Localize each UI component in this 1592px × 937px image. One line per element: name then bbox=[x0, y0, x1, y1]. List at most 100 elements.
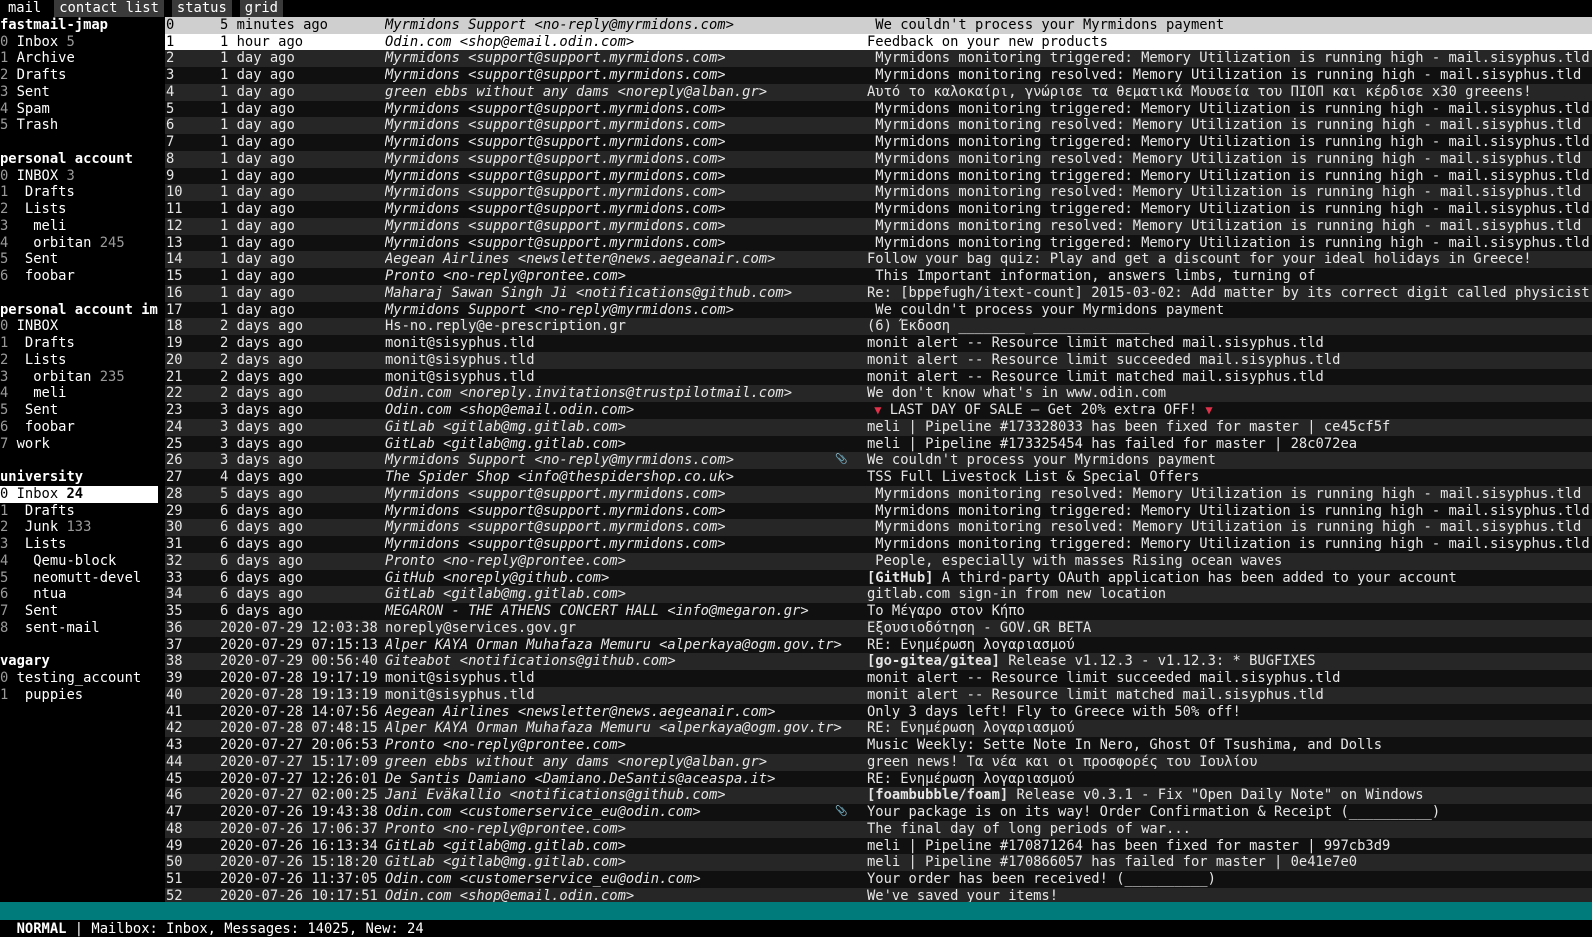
message-index: 4 bbox=[166, 83, 175, 100]
sidebar-folder[interactable]: 0 Inbox 24 bbox=[0, 485, 158, 503]
message-row[interactable]: 27 4 days ago The Spider Shop <info@thespi… bbox=[165, 469, 1592, 486]
sidebar-folder[interactable]: 3 Sent bbox=[0, 84, 158, 101]
message-row[interactable]: 91 day ago Myrmidons <support@support.myr… bbox=[165, 167, 1592, 185]
message-row[interactable]: 42 2020-07-28 07:48:15 Alper KAYA Orman Mu… bbox=[165, 720, 1592, 737]
message-row[interactable]: 40 2020-07-28 19:13:19 monit@sisyphus.tld m… bbox=[165, 686, 1592, 704]
message-row[interactable]: 48 2020-07-26 17:06:37 Pronto <no-reply@pr… bbox=[165, 820, 1592, 838]
message-row[interactable]: 10 1 day ago Myrmidons <support@support.my… bbox=[165, 184, 1592, 201]
message-row[interactable]: 21 day ago Myrmidons <support@support.myr… bbox=[165, 50, 1592, 67]
sidebar-folder[interactable]: 0 testing_account bbox=[0, 670, 158, 687]
sidebar-folder[interactable]: 2 Drafts bbox=[0, 67, 158, 84]
sidebar-folder[interactable]: 1 Drafts bbox=[0, 503, 158, 520]
message-row[interactable]: 21 2 days ago monit@sisyphus.tld monit aler… bbox=[165, 368, 1592, 386]
message-subject: We couldn't process your Myrmidons payme… bbox=[867, 17, 1592, 34]
tab-status[interactable]: status bbox=[171, 0, 232, 17]
message-row[interactable]: 13 1 day ago Myrmidons <support@support.my… bbox=[165, 234, 1592, 252]
message-date: 2020-07-29 00:56:40 bbox=[220, 653, 378, 670]
message-index: 43 bbox=[166, 737, 183, 753]
message-subject: Το Μέγαρο στον Κήπο bbox=[867, 603, 1592, 620]
message-row[interactable]: 20 2 days ago monit@sisyphus.tld monit aler… bbox=[165, 351, 1592, 369]
message-row[interactable]: 11 1 day ago Myrmidons <support@support.my… bbox=[165, 201, 1592, 218]
sidebar-folder[interactable]: 6 ntua bbox=[0, 586, 158, 603]
message-row[interactable]: 71 day ago Myrmidons <support@support.myr… bbox=[165, 134, 1592, 151]
message-row[interactable]: 49 2020-07-26 16:13:34 GitLab <gitlab@mg.g… bbox=[165, 837, 1592, 855]
sidebar-folder[interactable]: 0 Inbox 5 bbox=[0, 34, 158, 51]
sidebar-folder[interactable]: 3 orbitan 235 bbox=[0, 369, 158, 386]
message-row[interactable]: 41 day ago green ebbs without any dams <n… bbox=[165, 83, 1592, 101]
sidebar-folder[interactable]: 4 orbitan 245 bbox=[0, 235, 158, 252]
sidebar-folder[interactable]: 4 meli bbox=[0, 385, 158, 402]
message-row[interactable]: 32 6 days ago Pronto <no-reply@prontee.com… bbox=[165, 552, 1592, 570]
message-row[interactable]: 35 6 days ago MEGARON - THE ATHENS CONCERT… bbox=[165, 603, 1592, 620]
sidebar-folder[interactable]: 8 sent-mail bbox=[0, 620, 158, 637]
message-row[interactable]: 23 3 days ago Odin.com <shop@email.odin.co… bbox=[165, 402, 1592, 419]
message-row[interactable]: 29 6 days ago Myrmidons <support@support.m… bbox=[165, 502, 1592, 520]
message-row[interactable]: 36 2020-07-29 12:03:38 noreply@services.go… bbox=[165, 619, 1592, 637]
message-row[interactable]: 24 3 days ago GitLab <gitlab@mg.gitlab.com… bbox=[165, 418, 1592, 436]
sidebar-folder[interactable]: 0 INBOX 3 bbox=[0, 168, 158, 185]
message-row[interactable]: 38 2020-07-29 00:56:40 Giteabot <notificat… bbox=[165, 653, 1592, 670]
sidebar-folder[interactable]: 3 Lists bbox=[0, 536, 158, 553]
message-row[interactable]: 51 day ago Myrmidons <support@support.myr… bbox=[165, 100, 1592, 118]
message-index: 19 bbox=[166, 335, 183, 351]
tab-contact-list[interactable]: contact list bbox=[54, 0, 164, 17]
message-index: 21 bbox=[166, 368, 183, 385]
message-row[interactable]: 17 1 day ago Myrmidons Support <no-reply@m… bbox=[165, 301, 1592, 319]
sidebar-folder[interactable]: 3 meli bbox=[0, 218, 158, 235]
message-row[interactable]: 19 2 days ago monit@sisyphus.tld monit aler… bbox=[165, 335, 1592, 352]
sidebar-folder[interactable]: 2 Lists bbox=[0, 352, 158, 369]
message-row[interactable]: 33 6 days ago GitHub <noreply@github.com>[… bbox=[165, 569, 1592, 587]
message-row[interactable]: 81 day ago Myrmidons <support@support.myr… bbox=[165, 150, 1592, 168]
message-row[interactable]: 16 1 day ago Maharaj Sawan Singh Ji <notif… bbox=[165, 284, 1592, 302]
message-row[interactable]: 31 day ago Myrmidons <support@support.myr… bbox=[165, 67, 1592, 84]
sidebar-folder[interactable]: 5 Sent bbox=[0, 402, 158, 419]
message-row[interactable]: 22 2 days ago Odin.com <noreply.invitation… bbox=[165, 385, 1592, 402]
sidebar-folder[interactable]: 6 foobar bbox=[0, 419, 158, 436]
sidebar-folder[interactable]: 7 work bbox=[0, 436, 158, 453]
message-row[interactable]: 39 2020-07-28 19:17:19 monit@sisyphus.tld m… bbox=[165, 670, 1592, 687]
sidebar-folder[interactable]: 4 Qemu-block bbox=[0, 553, 158, 570]
sidebar-folder[interactable]: 2 Junk 133 bbox=[0, 519, 158, 536]
message-index: 1 bbox=[166, 33, 175, 50]
message-date: 2020-07-28 19:17:19 bbox=[220, 670, 378, 686]
message-row[interactable]: 37 2020-07-29 07:15:13 Alper KAYA Orman Mu… bbox=[165, 636, 1592, 654]
message-row[interactable]: 18 2 days ago Hs-no.reply@e-prescription.g… bbox=[165, 318, 1592, 335]
message-row[interactable]: 25 3 days ago GitLab <gitlab@mg.gitlab.com… bbox=[165, 435, 1592, 453]
message-row[interactable]: 46 2020-07-27 02:00:25 Jani Eväkallio <not… bbox=[165, 787, 1592, 804]
sidebar-folder[interactable]: 5 Trash bbox=[0, 117, 158, 134]
message-row[interactable]: 61 day ago Myrmidons <support@support.myr… bbox=[165, 117, 1592, 134]
folder-name: Trash bbox=[16, 117, 59, 134]
message-row[interactable]: 45 2020-07-27 12:26:01 De Santis Damiano <… bbox=[165, 770, 1592, 788]
message-row[interactable]: 41 2020-07-28 14:07:56 Aegean Airlines <ne… bbox=[165, 703, 1592, 721]
message-row[interactable]: 31 6 days ago Myrmidons <support@support.m… bbox=[165, 536, 1592, 553]
message-row[interactable]: 12 1 day ago Myrmidons <support@support.my… bbox=[165, 217, 1592, 235]
message-row[interactable]: 05 minutes ago Myrmidons Support <no-repl… bbox=[165, 16, 1592, 34]
sidebar-folder[interactable]: 1 puppies bbox=[0, 687, 158, 704]
tab-grid[interactable]: grid bbox=[239, 0, 283, 17]
sidebar-folder[interactable]: 5 Sent bbox=[0, 251, 158, 268]
sidebar-folder[interactable]: 7 Sent bbox=[0, 603, 158, 620]
sidebar-folder[interactable]: 2 Lists bbox=[0, 201, 158, 218]
message-row[interactable]: 44 2020-07-27 15:17:09 green ebbs without … bbox=[165, 753, 1592, 771]
sidebar-folder[interactable]: 6 foobar bbox=[0, 268, 158, 285]
message-row[interactable]: 15 1 day ago Pronto <no-reply@prontee.com>… bbox=[165, 268, 1592, 285]
message-row[interactable]: 50 2020-07-26 15:18:20 GitLab <gitlab@mg.g… bbox=[165, 854, 1592, 871]
message-row[interactable]: 47 2020-07-26 19:43:38 Odin.com <customers… bbox=[165, 804, 1592, 821]
sidebar-folder[interactable]: 1 Drafts bbox=[0, 335, 158, 352]
sidebar-folder[interactable]: 4 Spam bbox=[0, 101, 158, 118]
message-row[interactable]: 14 1 day ago Aegean Airlines <newsletter@n… bbox=[165, 251, 1592, 268]
sidebar-folder[interactable]: 1 Drafts bbox=[0, 184, 158, 201]
message-row[interactable]: 11 hour ago Odin.com <shop@email.odin.com… bbox=[165, 33, 1592, 51]
message-row[interactable]: 43 2020-07-27 20:06:53 Pronto <no-reply@pr… bbox=[165, 737, 1592, 754]
message-row[interactable]: 30 6 days ago Myrmidons <support@support.m… bbox=[165, 519, 1592, 536]
subject-text: meli | Pipeline #170871264 has been fixe… bbox=[867, 837, 1391, 854]
message-row[interactable]: 51 2020-07-26 11:37:05 Odin.com <customers… bbox=[165, 871, 1592, 888]
tab-mail[interactable]: mail bbox=[0, 0, 47, 17]
message-row[interactable]: 34 6 days ago GitLab <gitlab@mg.gitlab.com… bbox=[165, 586, 1592, 603]
sidebar-folder[interactable]: 0 INBOX bbox=[0, 318, 158, 335]
message-row[interactable]: 28 5 days ago Myrmidons <support@support.m… bbox=[165, 485, 1592, 503]
folder-name: orbitan bbox=[16, 368, 92, 385]
sidebar-folder[interactable]: 5 neomutt-devel bbox=[0, 570, 158, 587]
sidebar-folder[interactable]: 1 Archive bbox=[0, 50, 158, 67]
message-row[interactable]: 26 3 days ago Myrmidons Support <no-reply@… bbox=[165, 452, 1592, 469]
